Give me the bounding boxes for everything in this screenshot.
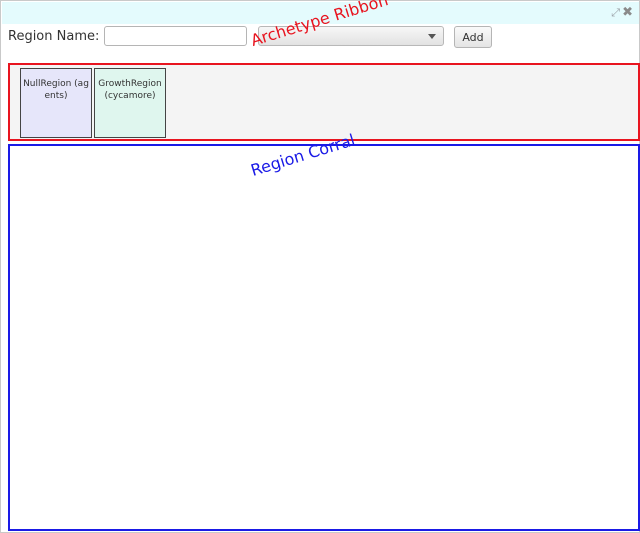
close-icon[interactable]: ✖ (622, 6, 633, 20)
region-dialog: ⤢ ✖ Region Name: Add NullRegion (agents)… (0, 0, 640, 533)
archetype-growth-region[interactable]: GrowthRegion (cycamore) (94, 68, 166, 138)
region-name-input[interactable] (104, 26, 247, 46)
window-controls: ⤢ ✖ (611, 6, 633, 20)
archetype-ribbon: NullRegion (agents) GrowthRegion (cycamo… (8, 63, 640, 141)
expand-icon[interactable]: ⤢ (611, 6, 620, 20)
region-corral[interactable] (8, 144, 640, 531)
archetype-null-region[interactable]: NullRegion (agents) (20, 68, 92, 138)
add-button[interactable]: Add (454, 26, 492, 48)
chevron-down-icon (428, 34, 436, 39)
region-name-label: Region Name: (8, 29, 100, 44)
